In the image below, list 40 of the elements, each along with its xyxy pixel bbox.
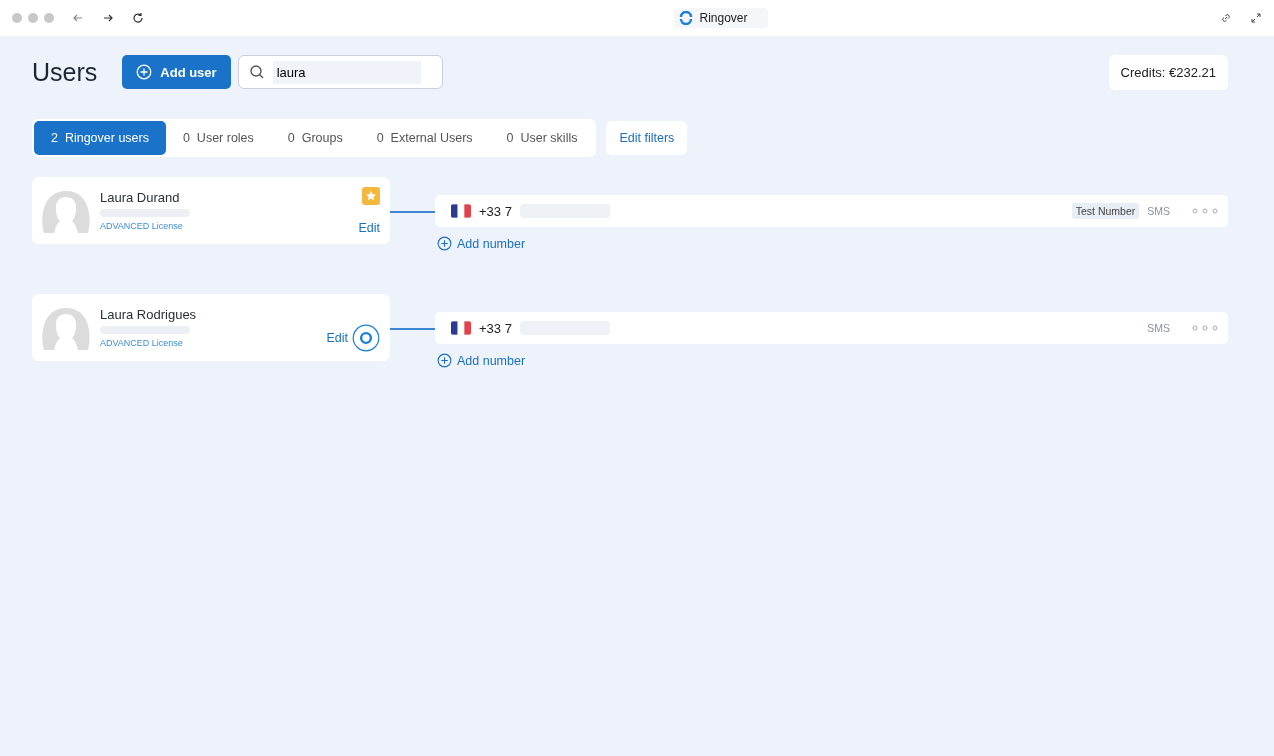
plus-circle-icon xyxy=(437,236,452,251)
search-icon xyxy=(248,64,265,80)
logo-icon xyxy=(679,11,694,25)
license-label: ADVANCED License xyxy=(100,221,184,231)
number-tag: Test Number xyxy=(1071,203,1140,219)
filter-tab[interactable]: 0 External Users xyxy=(359,121,490,155)
forward-icon[interactable] xyxy=(102,12,114,24)
edit-link[interactable]: Edit xyxy=(358,220,380,235)
edit-filters-button[interactable]: Edit filters xyxy=(606,121,688,155)
sms-label: SMS xyxy=(1147,322,1170,334)
browser-tab[interactable]: Ringover xyxy=(674,8,768,28)
license-label: ADVANCED License xyxy=(100,338,184,348)
phone-number: +33 7 xyxy=(479,203,512,219)
reload-icon[interactable] xyxy=(132,12,144,24)
filter-tab[interactable]: 2 Ringover users xyxy=(34,121,166,155)
search-field[interactable]: laura xyxy=(237,55,443,89)
filter-tab[interactable]: 0 User roles xyxy=(165,121,271,155)
link-icon[interactable] xyxy=(1220,12,1232,24)
sms-label: SMS xyxy=(1147,205,1170,217)
add-number-button[interactable]: Add number xyxy=(437,236,526,251)
back-icon[interactable] xyxy=(72,12,84,24)
credits-badge: Credits: €232.21 xyxy=(1108,54,1228,90)
user-name: Laura Durand xyxy=(100,190,181,205)
avatar-icon xyxy=(40,305,92,350)
avatar-icon xyxy=(40,188,92,233)
more-icon[interactable] xyxy=(1192,325,1218,331)
add-user-button[interactable]: Add user xyxy=(122,55,231,89)
more-icon[interactable] xyxy=(1192,208,1218,214)
filter-tab[interactable]: 0 Groups xyxy=(270,121,360,155)
filter-tab[interactable]: 0 User skills xyxy=(489,121,595,155)
flag-icon xyxy=(451,204,471,218)
page-title: Users xyxy=(32,57,98,87)
expand-icon[interactable] xyxy=(1250,12,1262,24)
flag-icon xyxy=(451,321,471,335)
edit-link[interactable]: Edit xyxy=(326,330,348,345)
user-name: Laura Rodrigues xyxy=(100,307,198,322)
plus-circle-icon xyxy=(437,353,452,368)
add-number-button[interactable]: Add number xyxy=(437,353,526,368)
plus-circle-icon xyxy=(136,64,153,80)
phone-number: +33 7 xyxy=(479,320,512,336)
